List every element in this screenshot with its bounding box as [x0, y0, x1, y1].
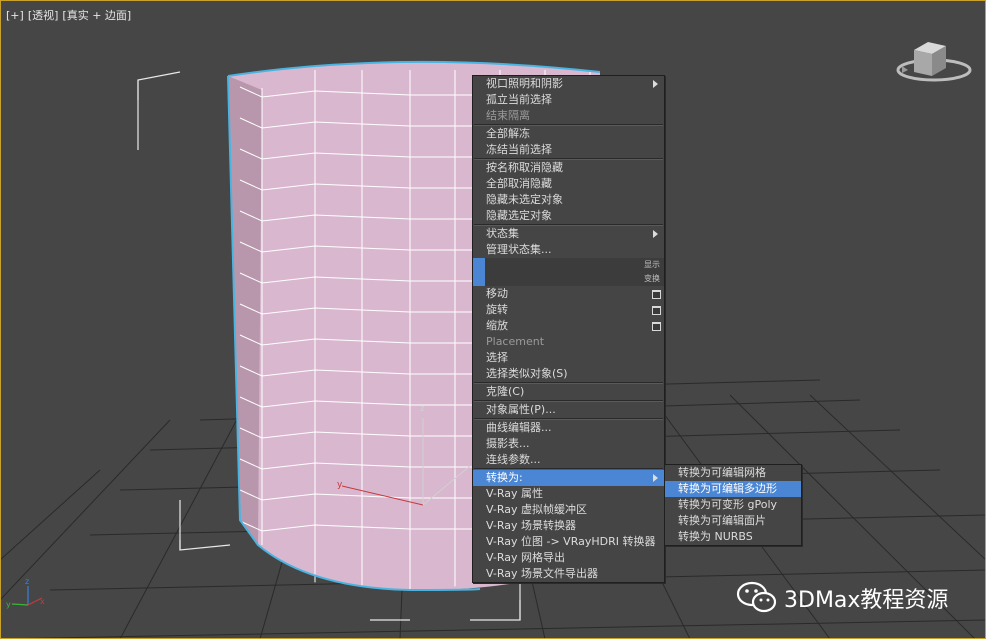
menu-item-label: 选择	[486, 351, 508, 364]
settings-box-icon[interactable]	[652, 290, 661, 299]
viewport-shading-label[interactable]: [真实 + 边面]	[62, 9, 131, 22]
menu-item-label: 按名称取消隐藏	[486, 161, 563, 174]
menu-item-label: Placement	[486, 335, 545, 348]
menu-item: Placement	[473, 334, 664, 350]
menu-item-label: V-Ray 场景转换器	[486, 519, 576, 532]
menu-item-label: V-Ray 场景文件导出器	[486, 567, 598, 580]
menu-item-label: 视口照明和阴影	[486, 77, 563, 90]
viewport-plus-label[interactable]: [+]	[6, 9, 24, 22]
menu-item[interactable]: 移动	[473, 286, 664, 302]
tripod-x-label: x	[40, 597, 45, 606]
menu-item-label: 隐藏选定对象	[486, 209, 552, 222]
menu-item-label: 孤立当前选择	[486, 93, 552, 106]
quad-header[interactable]: 变换	[473, 272, 664, 286]
menu-item[interactable]: 状态集	[473, 226, 664, 242]
menu-item[interactable]: 全部取消隐藏	[473, 176, 664, 192]
menu-item-label: 对象属性(P)...	[486, 403, 556, 416]
menu-item[interactable]: V-Ray 场景转换器	[473, 518, 664, 534]
quad-header[interactable]: 显示	[473, 258, 664, 272]
viewport-pov-label[interactable]: [透视]	[28, 9, 59, 22]
viewport-label-menu[interactable]: [+] [透视] [真实 + 边面]	[6, 7, 135, 23]
menu-item: 结束隔离	[473, 108, 664, 124]
menu-item[interactable]: 冻结当前选择	[473, 142, 664, 158]
tripod-y-label: y	[6, 600, 11, 609]
menu-item[interactable]: 转换为:	[473, 470, 664, 486]
convert-to-submenu: 转换为可编辑网格 转换为可编辑多边形 转换为可变形 gPoly 转换为可编辑面片 转换为…	[664, 464, 802, 546]
menu-item-label: 移动	[486, 287, 508, 300]
viewcube-icon[interactable]	[894, 36, 974, 86]
menu-item-label: 结束隔离	[486, 109, 530, 122]
quad-header-marker	[473, 258, 485, 272]
menu-item-label: 转换为可编辑网格	[678, 466, 766, 479]
settings-box-icon[interactable]	[652, 322, 661, 331]
menu-item-label: 转换为可编辑多边形	[678, 482, 777, 495]
menu-item[interactable]: 选择类似对象(S)	[473, 366, 664, 382]
menu-item-label: 连线参数...	[486, 453, 541, 466]
settings-box-icon[interactable]	[652, 306, 661, 315]
menu-item[interactable]: 克隆(C)	[473, 384, 664, 400]
quad-header-marker	[473, 272, 485, 286]
menu-item[interactable]: 缩放	[473, 318, 664, 334]
menu-item[interactable]: V-Ray 位图 -> VRayHDRI 转换器	[473, 534, 664, 550]
watermark-text: 3DMax教程资源	[784, 588, 949, 613]
menu-item-label: 缩放	[486, 319, 508, 332]
menu-item[interactable]: 按名称取消隐藏	[473, 160, 664, 176]
menu-item[interactable]: 隐藏选定对象	[473, 208, 664, 224]
menu-item-label: 转换为可编辑面片	[678, 514, 766, 527]
menu-item-label: 克隆(C)	[486, 385, 525, 398]
menu-item[interactable]: V-Ray 网格导出	[473, 550, 664, 566]
menu-item-label: 旋转	[486, 303, 508, 316]
menu-item-label: V-Ray 网格导出	[486, 551, 565, 564]
menu-item[interactable]: 管理状态集...	[473, 242, 664, 258]
axis-tripod: z y x	[6, 577, 45, 609]
menu-item-label: V-Ray 位图 -> VRayHDRI 转换器	[486, 535, 656, 548]
wechat-icon	[736, 581, 777, 613]
menu-item-label: 状态集	[486, 227, 519, 240]
menu-item[interactable]: 转换为可编辑网格	[665, 465, 801, 481]
menu-item-label: 冻结当前选择	[486, 143, 552, 156]
menu-item[interactable]: V-Ray 场景文件导出器	[473, 566, 664, 582]
submenu-arrow-icon	[653, 80, 658, 88]
menu-item[interactable]: 连线参数...	[473, 452, 664, 468]
submenu-arrow-icon	[653, 230, 658, 238]
menu-item-label: V-Ray 属性	[486, 487, 543, 500]
menu-item-label: 转换为 NURBS	[678, 530, 753, 543]
menu-item[interactable]: 曲线编辑器...	[473, 420, 664, 436]
menu-item[interactable]: 摄影表...	[473, 436, 664, 452]
menu-item[interactable]: V-Ray 虚拟帧缓冲区	[473, 502, 664, 518]
menu-item-label: 隐藏未选定对象	[486, 193, 563, 206]
menu-item-label: 转换为:	[486, 471, 523, 484]
menu-item[interactable]: 转换为可变形 gPoly	[665, 497, 801, 513]
menu-item[interactable]: 转换为可编辑面片	[665, 513, 801, 529]
quad-header-label: 显示	[644, 260, 660, 269]
gizmo-y-label: y	[337, 480, 343, 490]
menu-item[interactable]: 全部解冻	[473, 126, 664, 142]
menu-item[interactable]: V-Ray 属性	[473, 486, 664, 502]
menu-item[interactable]: 对象属性(P)...	[473, 402, 664, 418]
menu-item[interactable]: 选择	[473, 350, 664, 366]
menu-item-label: 选择类似对象(S)	[486, 367, 568, 380]
menu-item-label: 摄影表...	[486, 437, 530, 450]
menu-item-label: 转换为可变形 gPoly	[678, 498, 778, 511]
menu-item[interactable]: 孤立当前选择	[473, 92, 664, 108]
perspective-viewport[interactable]: z y z y x [+] [透视] [真实 + 边面] 视口照明和阴影 孤立当前选择…	[0, 0, 986, 639]
quad-menu: 视口照明和阴影 孤立当前选择 结束隔离全部解冻冻结当前选择 按名称取消隐藏 全部取消隐藏…	[472, 75, 665, 583]
menu-item-label: V-Ray 虚拟帧缓冲区	[486, 503, 587, 516]
menu-item-label: 曲线编辑器...	[486, 421, 552, 434]
menu-item-label: 全部取消隐藏	[486, 177, 552, 190]
submenu-arrow-icon	[653, 474, 658, 482]
quad-header-label: 变换	[644, 274, 660, 283]
menu-item-label: 管理状态集...	[486, 243, 552, 256]
menu-item[interactable]: 视口照明和阴影	[473, 76, 664, 92]
tripod-z-label: z	[25, 577, 29, 586]
menu-item[interactable]: 隐藏未选定对象	[473, 192, 664, 208]
gizmo-z-label: z	[420, 404, 425, 414]
menu-item[interactable]: 转换为可编辑多边形	[665, 481, 801, 497]
menu-item[interactable]: 转换为 NURBS	[665, 529, 801, 545]
menu-item-label: 全部解冻	[486, 127, 530, 140]
menu-item[interactable]: 旋转	[473, 302, 664, 318]
